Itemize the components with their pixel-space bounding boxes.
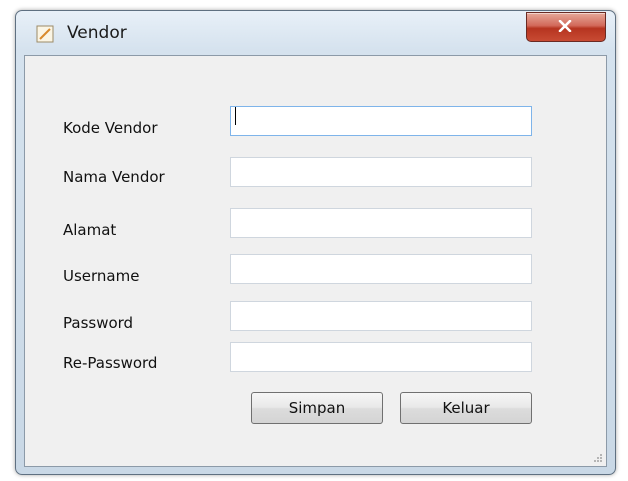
text-caret	[235, 107, 236, 125]
password-input[interactable]	[230, 301, 532, 331]
label-alamat: Alamat	[63, 221, 117, 239]
kode-vendor-input[interactable]	[230, 106, 532, 136]
edit-form-icon	[36, 25, 54, 43]
form-area: Kode Vendor Nama Vendor Alamat Username …	[24, 55, 607, 467]
label-re-password: Re-Password	[63, 354, 158, 372]
resize-grip-icon[interactable]	[593, 453, 603, 463]
close-icon	[558, 20, 572, 32]
label-kode-vendor: Kode Vendor	[63, 119, 158, 137]
alamat-input[interactable]	[230, 208, 532, 238]
keluar-button[interactable]: Keluar	[400, 392, 532, 424]
close-button[interactable]	[526, 12, 606, 42]
re-password-input[interactable]	[230, 342, 532, 372]
nama-vendor-input[interactable]	[230, 157, 532, 187]
username-input[interactable]	[230, 254, 532, 284]
simpan-button[interactable]: Simpan	[251, 392, 383, 424]
window-title: Vendor	[67, 23, 127, 43]
label-nama-vendor: Nama Vendor	[63, 168, 165, 186]
label-username: Username	[63, 267, 140, 285]
label-password: Password	[63, 314, 134, 332]
vendor-window: Vendor Kode Vendor Nama Vendor Alamat Us…	[15, 10, 616, 475]
title-bar[interactable]: Vendor	[16, 11, 615, 55]
